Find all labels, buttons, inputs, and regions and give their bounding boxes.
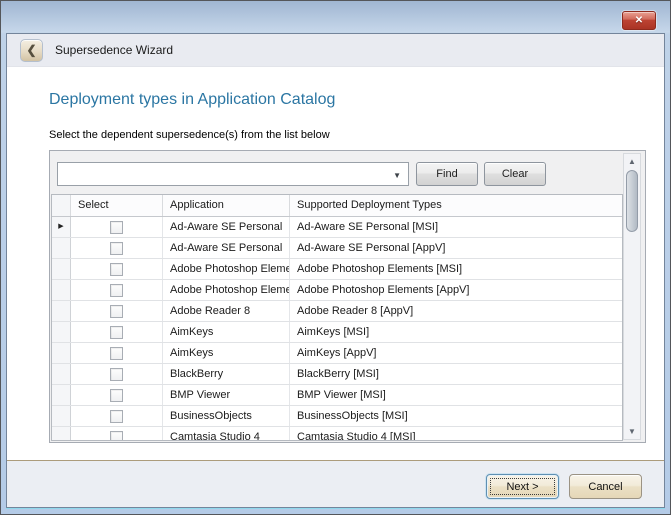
- deployment-type-cell: Ad-Aware SE Personal [MSI]: [290, 217, 622, 237]
- select-cell: [71, 364, 163, 384]
- select-checkbox[interactable]: [110, 242, 123, 255]
- table-row[interactable]: Adobe Photoshop Elements Adobe Photoshop…: [52, 259, 622, 280]
- row-indicator: [52, 406, 71, 426]
- select-checkbox[interactable]: [110, 368, 123, 381]
- application-cell: Adobe Photoshop Elements: [163, 259, 290, 279]
- table-row[interactable]: BMP Viewer BMP Viewer [MSI]: [52, 385, 622, 406]
- application-cell: BusinessObjects: [163, 406, 290, 426]
- select-cell: [71, 427, 163, 441]
- row-indicator: [52, 280, 71, 300]
- column-header-deployment-types[interactable]: Supported Deployment Types: [290, 195, 622, 216]
- application-cell: BMP Viewer: [163, 385, 290, 405]
- deployment-type-cell: BusinessObjects [MSI]: [290, 406, 622, 426]
- application-cell: Adobe Reader 8: [163, 301, 290, 321]
- scrollbar-thumb[interactable]: [626, 170, 638, 232]
- deployment-type-cell: Adobe Photoshop Elements [MSI]: [290, 259, 622, 279]
- row-indicator: ▶: [52, 217, 71, 237]
- find-button[interactable]: Find: [416, 162, 478, 186]
- application-cell: Camtasia Studio 4: [163, 427, 290, 441]
- clear-button[interactable]: Clear: [484, 162, 546, 186]
- supersedence-list-panel: ▼ Find Clear Select Application Supporte…: [49, 150, 646, 443]
- back-icon: ❮: [26, 43, 36, 57]
- table-row[interactable]: Ad-Aware SE Personal Ad-Aware SE Persona…: [52, 238, 622, 259]
- deployment-type-cell: Camtasia Studio 4 [MSI]: [290, 427, 622, 441]
- scroll-up-icon[interactable]: ▲: [624, 154, 640, 169]
- table-row[interactable]: BlackBerry BlackBerry [MSI]: [52, 364, 622, 385]
- instruction-text: Select the dependent supersedence(s) fro…: [49, 129, 330, 141]
- select-checkbox[interactable]: [110, 263, 123, 276]
- chevron-down-icon[interactable]: ▼: [393, 171, 401, 180]
- select-checkbox[interactable]: [110, 305, 123, 318]
- select-cell: [71, 385, 163, 405]
- select-checkbox[interactable]: [110, 326, 123, 339]
- select-cell: [71, 217, 163, 237]
- row-indicator: [52, 238, 71, 258]
- application-cell: Ad-Aware SE Personal: [163, 217, 290, 237]
- table-row[interactable]: Adobe Photoshop Elements Adobe Photoshop…: [52, 280, 622, 301]
- supersedence-table: Select Application Supported Deployment …: [51, 194, 623, 441]
- table-row[interactable]: Adobe Reader 8 Adobe Reader 8 [AppV]: [52, 301, 622, 322]
- column-header-application[interactable]: Application: [163, 195, 290, 216]
- back-button[interactable]: ❮: [20, 39, 43, 62]
- wizard-title: Supersedence Wizard: [55, 43, 173, 57]
- cancel-button[interactable]: Cancel: [569, 474, 642, 499]
- select-cell: [71, 238, 163, 258]
- close-button[interactable]: ✕: [622, 11, 656, 30]
- deployment-type-cell: Adobe Reader 8 [AppV]: [290, 301, 622, 321]
- application-cell: AimKeys: [163, 322, 290, 342]
- footer-bar: Next > Cancel: [7, 460, 664, 507]
- select-checkbox[interactable]: [110, 347, 123, 360]
- filter-combobox[interactable]: ▼: [57, 162, 409, 186]
- titlebar: ✕: [1, 1, 670, 33]
- application-cell: Adobe Photoshop Elements: [163, 280, 290, 300]
- cancel-button-label: Cancel: [588, 481, 622, 493]
- table-row[interactable]: AimKeys AimKeys [AppV]: [52, 343, 622, 364]
- filter-input[interactable]: [59, 164, 388, 184]
- deployment-type-cell: Ad-Aware SE Personal [AppV]: [290, 238, 622, 258]
- select-cell: [71, 301, 163, 321]
- select-checkbox[interactable]: [110, 410, 123, 423]
- close-icon: ✕: [635, 15, 643, 26]
- select-cell: [71, 280, 163, 300]
- table-row[interactable]: ▶ Ad-Aware SE Personal Ad-Aware SE Perso…: [52, 217, 622, 238]
- application-cell: Ad-Aware SE Personal: [163, 238, 290, 258]
- deployment-type-cell: AimKeys [MSI]: [290, 322, 622, 342]
- select-checkbox[interactable]: [110, 431, 123, 442]
- row-indicator: [52, 343, 71, 363]
- next-button[interactable]: Next >: [486, 474, 559, 499]
- table-row[interactable]: BusinessObjects BusinessObjects [MSI]: [52, 406, 622, 427]
- select-cell: [71, 322, 163, 342]
- select-cell: [71, 406, 163, 426]
- row-indicator: [52, 385, 71, 405]
- deployment-type-cell: AimKeys [AppV]: [290, 343, 622, 363]
- row-indicator: [52, 427, 71, 441]
- column-header-select[interactable]: Select: [71, 195, 163, 216]
- select-cell: [71, 259, 163, 279]
- vertical-scrollbar[interactable]: ▲ ▼: [623, 153, 641, 440]
- table-row[interactable]: Camtasia Studio 4 Camtasia Studio 4 [MSI…: [52, 427, 622, 441]
- select-checkbox[interactable]: [110, 389, 123, 402]
- application-cell: BlackBerry: [163, 364, 290, 384]
- deployment-type-cell: Adobe Photoshop Elements [AppV]: [290, 280, 622, 300]
- deployment-type-cell: BlackBerry [MSI]: [290, 364, 622, 384]
- client-area: ❮ Supersedence Wizard Deployment types i…: [6, 33, 665, 508]
- application-cell: AimKeys: [163, 343, 290, 363]
- wizard-header: ❮ Supersedence Wizard: [7, 34, 664, 67]
- select-cell: [71, 343, 163, 363]
- row-header-column: [52, 195, 71, 216]
- wizard-window: ✕ ❮ Supersedence Wizard Deployment types…: [0, 0, 671, 515]
- page-title: Deployment types in Application Catalog: [49, 91, 335, 109]
- deployment-type-cell: BMP Viewer [MSI]: [290, 385, 622, 405]
- select-checkbox[interactable]: [110, 221, 123, 234]
- row-indicator: [52, 259, 71, 279]
- row-indicator: [52, 322, 71, 342]
- table-body: ▶ Ad-Aware SE Personal Ad-Aware SE Perso…: [52, 217, 622, 441]
- scroll-down-icon[interactable]: ▼: [624, 424, 640, 439]
- table-header-row: Select Application Supported Deployment …: [52, 195, 622, 217]
- next-button-label: Next >: [506, 481, 538, 493]
- row-indicator: [52, 301, 71, 321]
- select-checkbox[interactable]: [110, 284, 123, 297]
- row-indicator: [52, 364, 71, 384]
- table-row[interactable]: AimKeys AimKeys [MSI]: [52, 322, 622, 343]
